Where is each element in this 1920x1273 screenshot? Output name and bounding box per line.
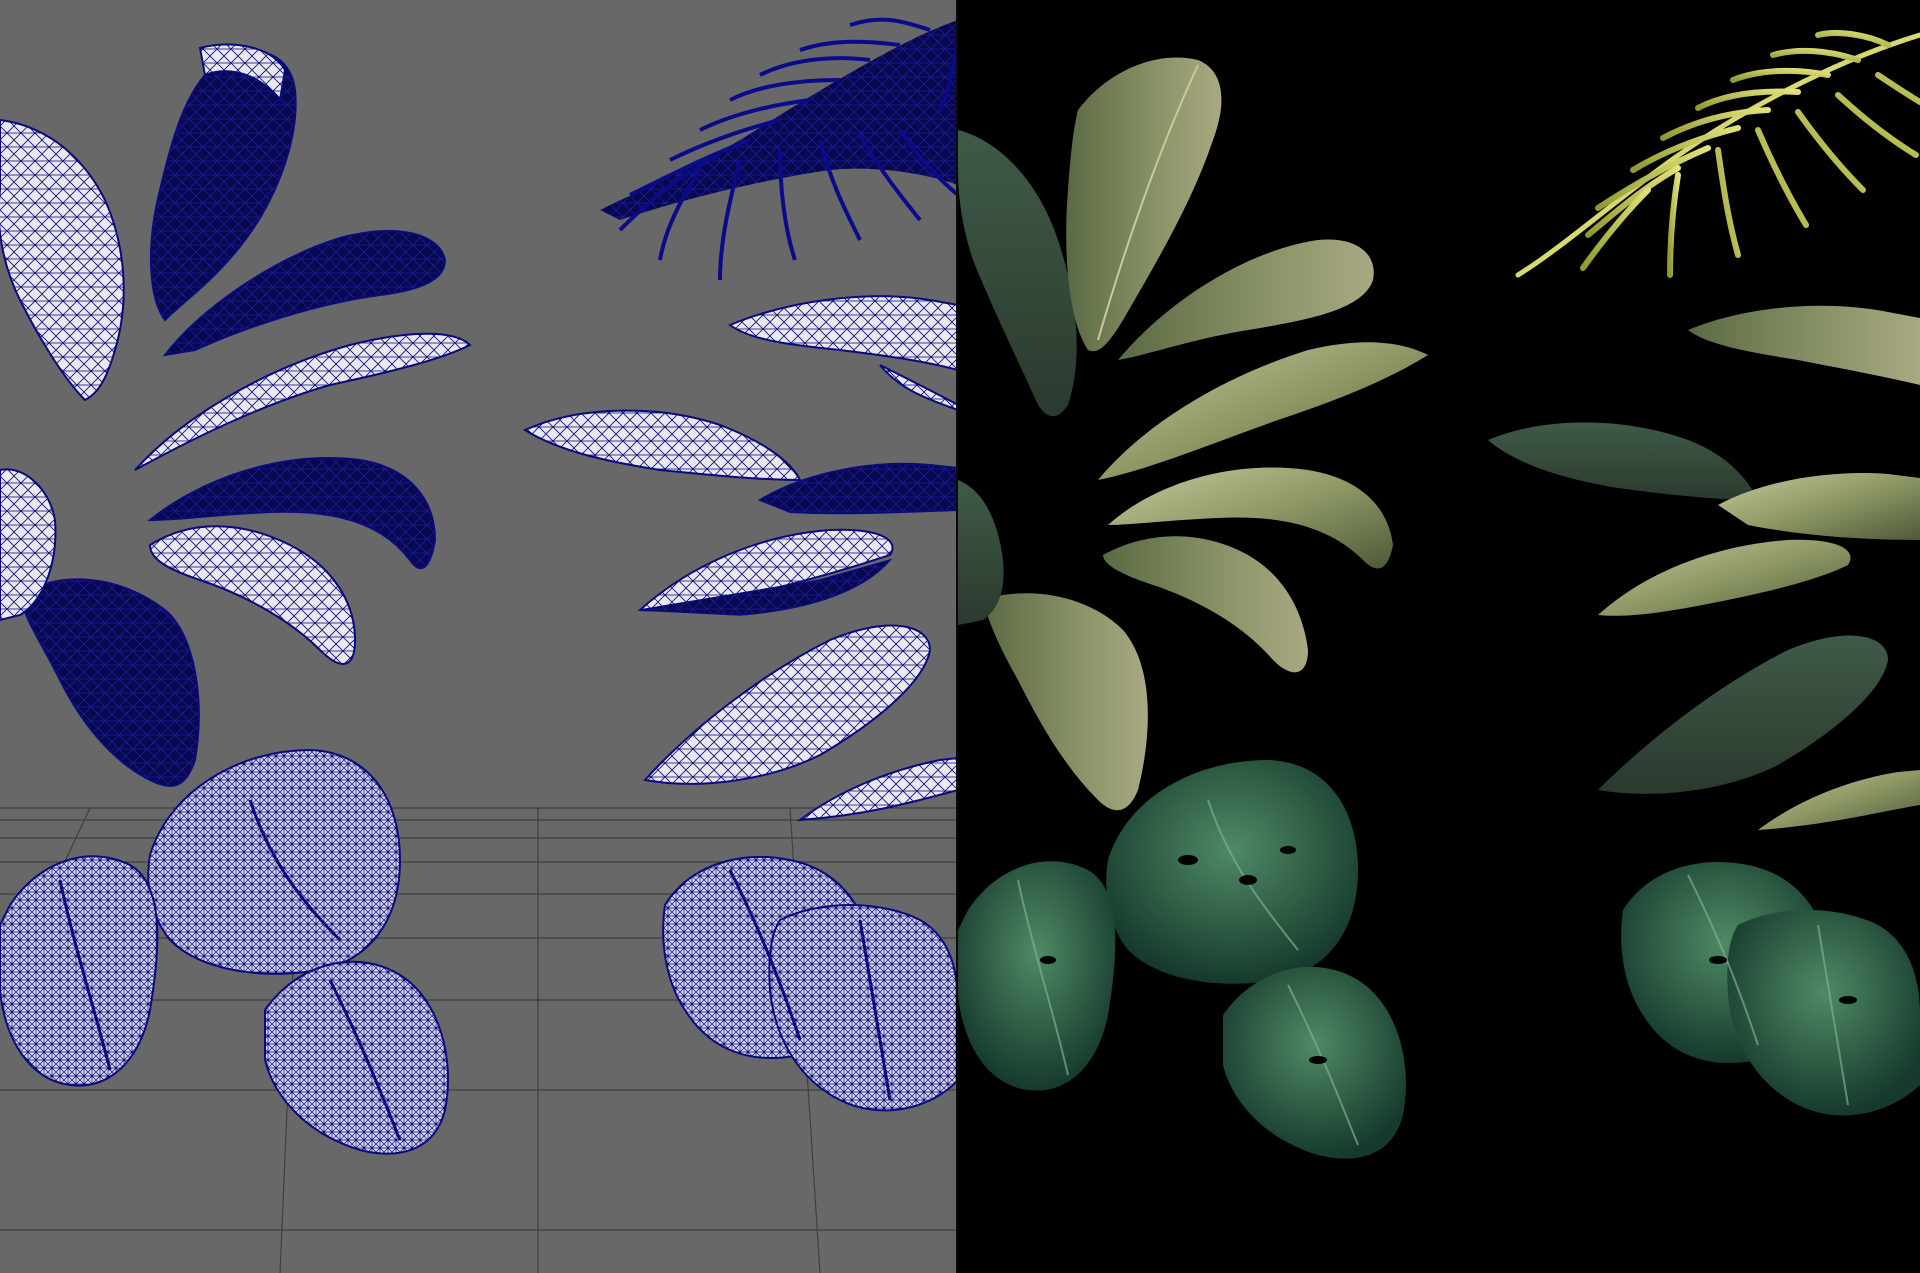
monstera-leaf[interactable]: [958, 861, 1116, 1091]
wireframe-canvas: [0, 0, 958, 1273]
viewport-comparison: [0, 0, 1920, 1273]
render-viewport[interactable]: [958, 0, 1920, 1273]
wireframe-viewport[interactable]: [0, 0, 958, 1273]
render-canvas: [958, 0, 1920, 1273]
monstera-leaf-wireframe[interactable]: [0, 855, 159, 1087]
